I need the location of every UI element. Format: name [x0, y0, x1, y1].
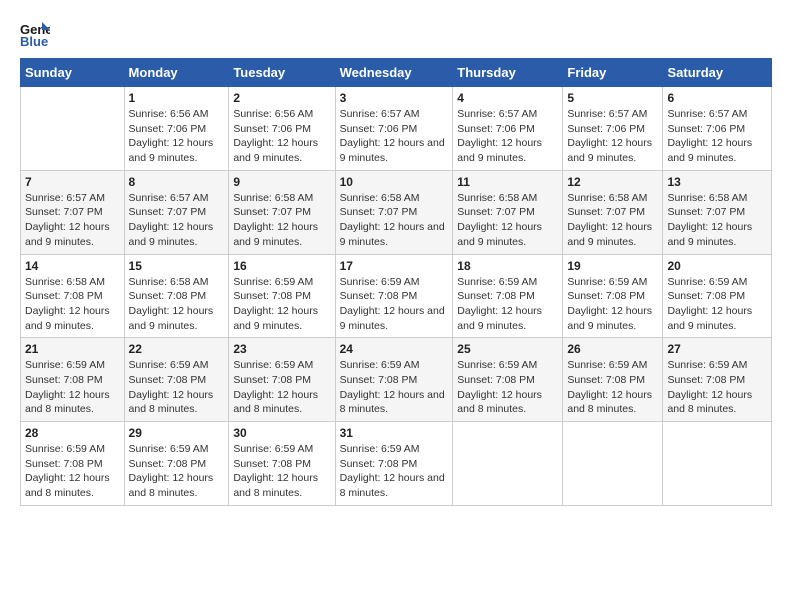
logo-icon: General Blue — [20, 20, 50, 48]
table-row: 26Sunrise: 6:59 AMSunset: 7:08 PMDayligh… — [563, 338, 663, 422]
table-row: 29Sunrise: 6:59 AMSunset: 7:08 PMDayligh… — [124, 422, 229, 506]
col-header-tuesday: Tuesday — [229, 59, 335, 87]
table-row — [21, 87, 125, 171]
table-row: 21Sunrise: 6:59 AMSunset: 7:08 PMDayligh… — [21, 338, 125, 422]
table-row: 11Sunrise: 6:58 AMSunset: 7:07 PMDayligh… — [453, 170, 563, 254]
table-row: 30Sunrise: 6:59 AMSunset: 7:08 PMDayligh… — [229, 422, 335, 506]
svg-text:Blue: Blue — [20, 34, 48, 48]
table-row: 20Sunrise: 6:59 AMSunset: 7:08 PMDayligh… — [663, 254, 772, 338]
table-row: 6Sunrise: 6:57 AMSunset: 7:06 PMDaylight… — [663, 87, 772, 171]
table-row: 24Sunrise: 6:59 AMSunset: 7:08 PMDayligh… — [335, 338, 453, 422]
table-row: 13Sunrise: 6:58 AMSunset: 7:07 PMDayligh… — [663, 170, 772, 254]
col-header-thursday: Thursday — [453, 59, 563, 87]
table-row: 4Sunrise: 6:57 AMSunset: 7:06 PMDaylight… — [453, 87, 563, 171]
calendar-table: SundayMondayTuesdayWednesdayThursdayFrid… — [20, 58, 772, 506]
col-header-monday: Monday — [124, 59, 229, 87]
logo: General Blue — [20, 20, 54, 48]
page-header: General Blue — [20, 20, 772, 48]
table-row: 7Sunrise: 6:57 AMSunset: 7:07 PMDaylight… — [21, 170, 125, 254]
table-row: 22Sunrise: 6:59 AMSunset: 7:08 PMDayligh… — [124, 338, 229, 422]
col-header-sunday: Sunday — [21, 59, 125, 87]
table-row: 9Sunrise: 6:58 AMSunset: 7:07 PMDaylight… — [229, 170, 335, 254]
table-row: 8Sunrise: 6:57 AMSunset: 7:07 PMDaylight… — [124, 170, 229, 254]
table-row: 19Sunrise: 6:59 AMSunset: 7:08 PMDayligh… — [563, 254, 663, 338]
table-row: 5Sunrise: 6:57 AMSunset: 7:06 PMDaylight… — [563, 87, 663, 171]
col-header-friday: Friday — [563, 59, 663, 87]
table-row: 3Sunrise: 6:57 AMSunset: 7:06 PMDaylight… — [335, 87, 453, 171]
table-row: 17Sunrise: 6:59 AMSunset: 7:08 PMDayligh… — [335, 254, 453, 338]
table-row: 27Sunrise: 6:59 AMSunset: 7:08 PMDayligh… — [663, 338, 772, 422]
table-row: 12Sunrise: 6:58 AMSunset: 7:07 PMDayligh… — [563, 170, 663, 254]
table-row: 14Sunrise: 6:58 AMSunset: 7:08 PMDayligh… — [21, 254, 125, 338]
table-row — [453, 422, 563, 506]
table-row: 18Sunrise: 6:59 AMSunset: 7:08 PMDayligh… — [453, 254, 563, 338]
table-row — [563, 422, 663, 506]
col-header-wednesday: Wednesday — [335, 59, 453, 87]
table-row: 31Sunrise: 6:59 AMSunset: 7:08 PMDayligh… — [335, 422, 453, 506]
table-row: 28Sunrise: 6:59 AMSunset: 7:08 PMDayligh… — [21, 422, 125, 506]
table-row — [663, 422, 772, 506]
table-row: 15Sunrise: 6:58 AMSunset: 7:08 PMDayligh… — [124, 254, 229, 338]
table-row: 2Sunrise: 6:56 AMSunset: 7:06 PMDaylight… — [229, 87, 335, 171]
table-row: 23Sunrise: 6:59 AMSunset: 7:08 PMDayligh… — [229, 338, 335, 422]
table-row: 10Sunrise: 6:58 AMSunset: 7:07 PMDayligh… — [335, 170, 453, 254]
table-row: 16Sunrise: 6:59 AMSunset: 7:08 PMDayligh… — [229, 254, 335, 338]
table-row: 1Sunrise: 6:56 AMSunset: 7:06 PMDaylight… — [124, 87, 229, 171]
table-row: 25Sunrise: 6:59 AMSunset: 7:08 PMDayligh… — [453, 338, 563, 422]
col-header-saturday: Saturday — [663, 59, 772, 87]
